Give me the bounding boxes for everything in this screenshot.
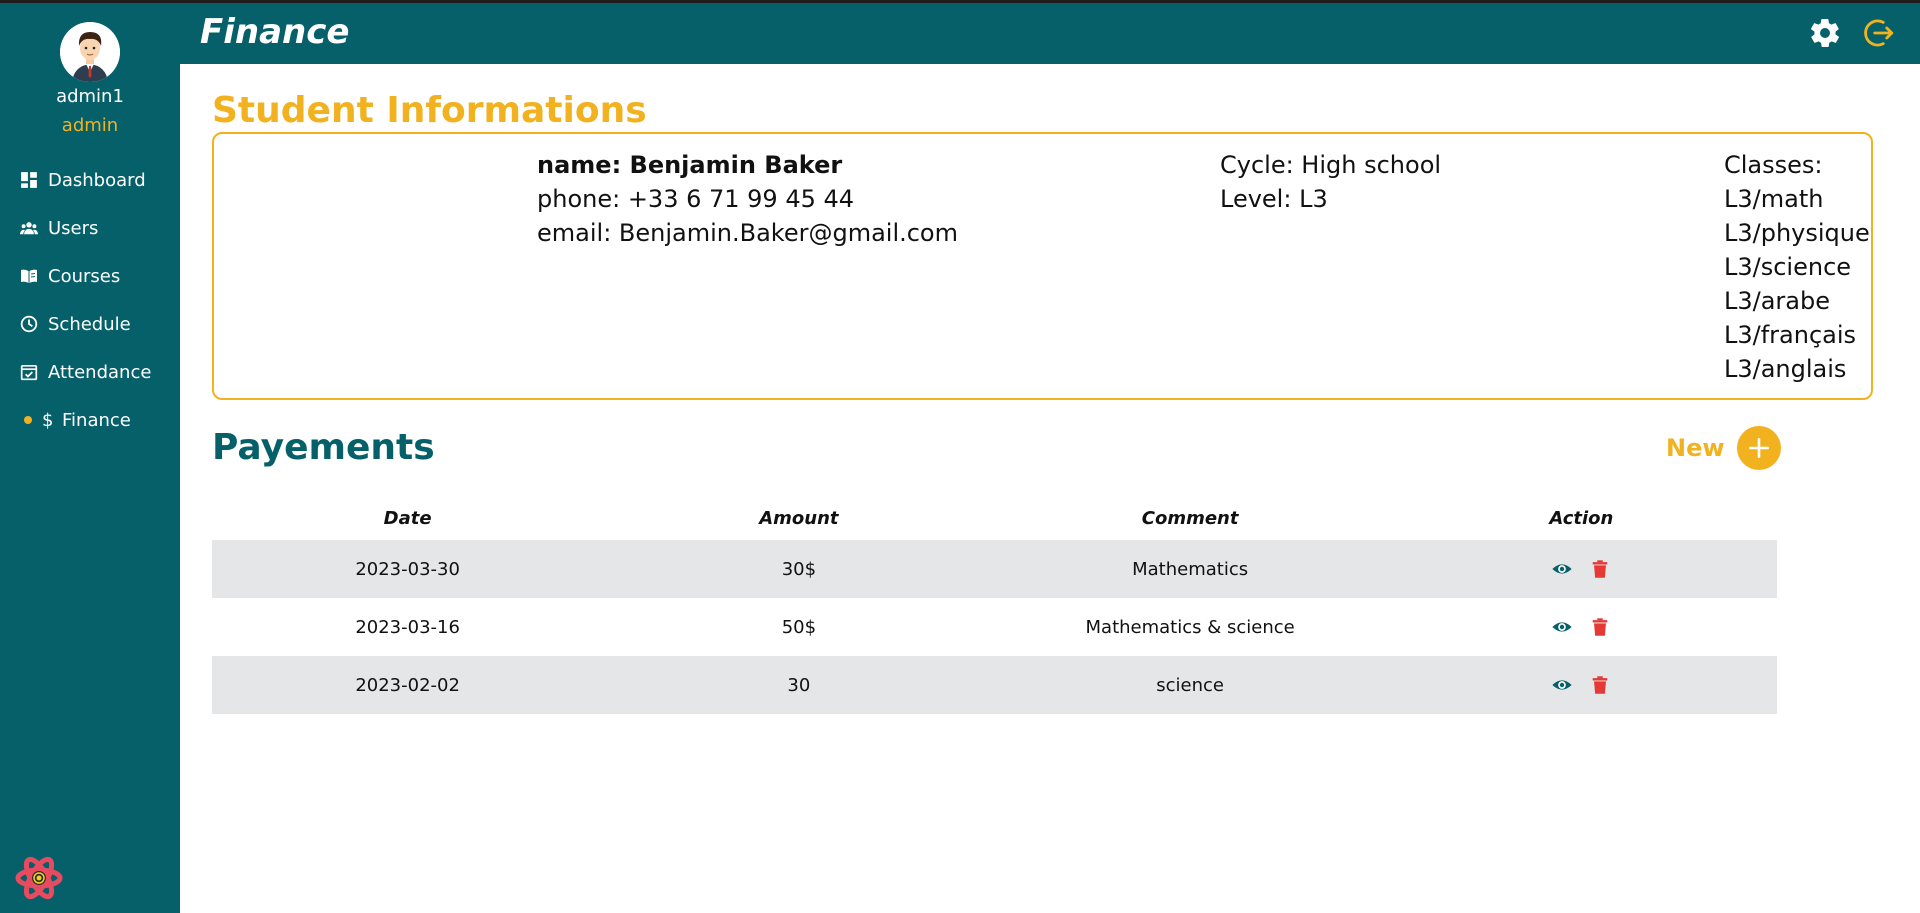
sidebar-item-label: Schedule [48,313,131,335]
sidebar-item-users[interactable]: Users [0,204,180,252]
column-header-action: Action [1549,507,1614,529]
column-header-comment: Comment [1141,507,1239,529]
cell-date: 2023-03-30 [355,558,460,580]
cell-amount: 30 [787,674,811,696]
dashboard-icon [20,171,38,189]
user-name: admin1 [56,86,124,107]
sidebar-item-finance[interactable]: $ Finance [0,396,180,444]
sidebar-item-courses[interactable]: Courses [0,252,180,300]
cell-actions [1386,616,1777,638]
book-icon [20,267,38,285]
logout-icon[interactable] [1862,16,1896,50]
sidebar-item-schedule[interactable]: Schedule [0,300,180,348]
column-header-date: Date [383,507,432,529]
class-item: L3/français [1724,321,1857,349]
page-title: Finance [200,12,350,52]
table-row: 2023-03-30 30$ Mathematics [212,540,1777,598]
student-level: Level: L3 [1220,185,1328,213]
cell-comment: Mathematics [1132,558,1249,580]
app-logo-icon [14,855,64,901]
cell-actions [1386,674,1777,696]
class-item: L3/science [1724,253,1852,281]
sidebar: admin1 admin Dashboard Users Courses Sch… [0,0,180,913]
users-icon [20,219,38,237]
sidebar-item-attendance[interactable]: Attendance [0,348,180,396]
cell-date: 2023-02-02 [355,674,460,696]
student-cycle-level: Cycle: High school Level: L3 [1220,148,1441,216]
student-info-card: name: Benjamin Baker phone: +33 6 71 99 … [212,132,1873,400]
sidebar-item-label: Attendance [48,361,152,383]
user-role: admin [61,115,119,136]
student-name: name: Benjamin Baker [537,151,843,179]
eye-icon[interactable] [1551,674,1573,696]
student-contact: name: Benjamin Baker phone: +33 6 71 99 … [537,148,958,250]
avatar-image [60,22,120,82]
sidebar-item-label: Finance [62,409,131,431]
cell-comment: science [1156,674,1224,696]
plus-icon[interactable] [1736,426,1781,470]
new-payment-label: New [1666,434,1725,462]
top-border [0,0,1920,3]
sidebar-nav: Dashboard Users Courses Schedule Attenda… [0,156,180,444]
cell-date: 2023-03-16 [355,616,460,638]
payments-table: Date Amount Comment Action 2023-03-30 30… [212,496,1777,714]
trash-icon[interactable] [1589,674,1611,696]
class-item: L3/anglais [1724,355,1847,383]
gear-icon[interactable] [1808,16,1842,50]
classes-label: Classes: [1724,151,1823,179]
student-email: email: Benjamin.Baker@gmail.com [537,219,958,247]
student-classes: Classes: L3/math L3/physique L3/science … [1724,148,1870,386]
class-item: L3/arabe [1724,287,1831,315]
sidebar-item-label: Courses [48,265,121,287]
table-row: 2023-02-02 30 science [212,656,1777,714]
table-row: 2023-03-16 50$ Mathematics & science [212,598,1777,656]
cell-amount: 30$ [781,558,817,580]
cell-comment: Mathematics & science [1085,616,1295,638]
sidebar-item-label: Dashboard [48,169,146,191]
student-cycle: Cycle: High school [1220,151,1442,179]
sidebar-item-label: Users [48,217,99,239]
cell-amount: 50$ [781,616,817,638]
cell-actions [1386,558,1777,580]
new-payment-button[interactable]: New [1666,426,1781,470]
calendar-check-icon [20,363,38,381]
avatar[interactable] [60,22,120,82]
student-section-title: Student Informations [212,90,647,131]
sidebar-item-dashboard[interactable]: Dashboard [0,156,180,204]
active-indicator-dot [24,416,32,424]
payments-section-title: Payements [212,427,435,468]
trash-icon[interactable] [1589,558,1611,580]
student-phone: phone: +33 6 71 99 45 44 [537,185,855,213]
class-item: L3/physique [1724,219,1870,247]
column-header-amount: Amount [759,507,839,529]
eye-icon[interactable] [1551,616,1573,638]
class-item: L3/math [1724,185,1824,213]
dollar-icon: $ [42,409,54,431]
clock-icon [20,315,38,333]
trash-icon[interactable] [1589,616,1611,638]
top-header: Finance [180,0,1920,64]
eye-icon[interactable] [1551,558,1573,580]
table-header: Date Amount Comment Action [212,496,1777,540]
